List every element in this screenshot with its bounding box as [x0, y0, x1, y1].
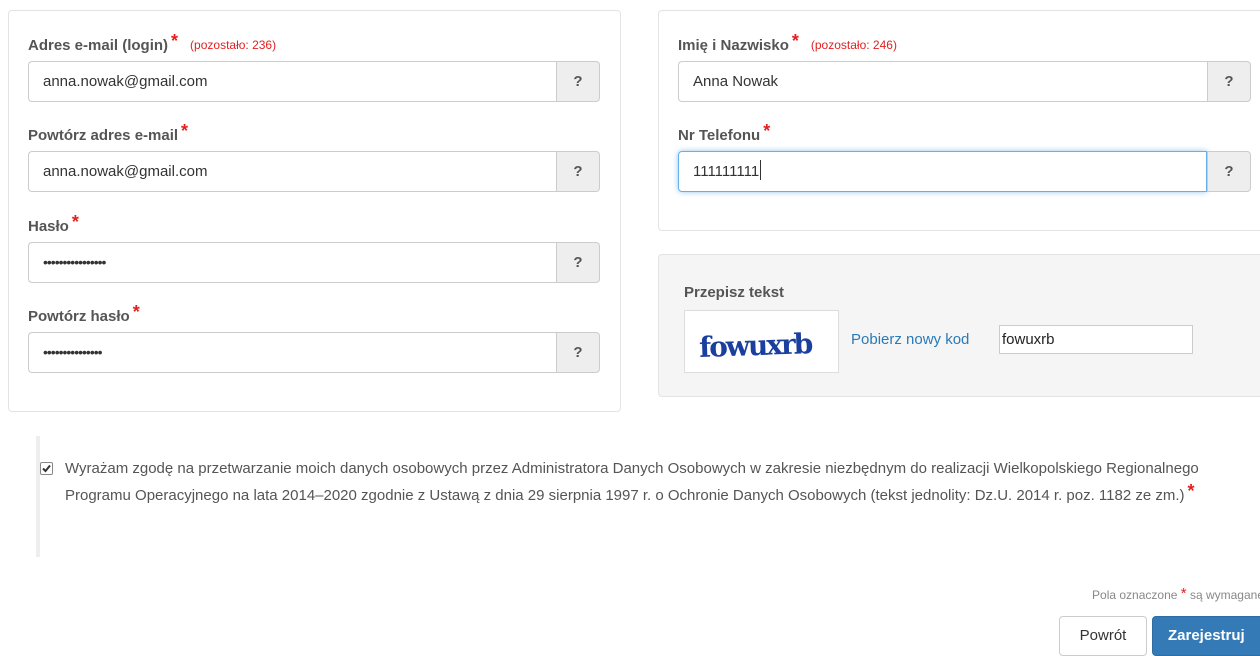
- checkmark-icon: [42, 464, 51, 473]
- email-repeat-help-button[interactable]: ?: [556, 151, 600, 192]
- new-code-link[interactable]: Pobierz nowy kod: [851, 331, 969, 348]
- captcha-graphic: fowuxrb: [699, 327, 814, 363]
- email-label: Adres e-mail (login) * (pozostało: 236): [28, 31, 277, 54]
- password-repeat-help-button[interactable]: ?: [556, 332, 600, 373]
- email-group: anna.nowak@gmail.com ?: [28, 61, 600, 102]
- back-button[interactable]: Powrót: [1059, 616, 1147, 656]
- password-repeat-group: ••••••••••••••• ?: [28, 332, 600, 373]
- password-repeat-field[interactable]: •••••••••••••••: [28, 332, 556, 373]
- captcha-image: fowuxrb: [684, 310, 839, 373]
- email-help-button[interactable]: ?: [556, 61, 600, 102]
- password-help-button[interactable]: ?: [556, 242, 600, 283]
- name-field[interactable]: Anna Nowak: [678, 61, 1207, 102]
- consent-bar: [36, 436, 40, 557]
- required-note: Pola oznaczone * są wymagane: [1092, 585, 1260, 602]
- consent-text: Wyrażam zgodę na przetwarzanie moich dan…: [65, 460, 1199, 504]
- name-remaining: (pozostało: 246): [810, 38, 897, 52]
- email-repeat-group: anna.nowak@gmail.com ?: [28, 151, 600, 192]
- password-repeat-label: Powtórz hasło *: [28, 302, 140, 325]
- email-repeat-field[interactable]: anna.nowak@gmail.com: [28, 151, 556, 192]
- email-repeat-label: Powtórz adres e-mail *: [28, 121, 189, 144]
- phone-help-button[interactable]: ?: [1207, 151, 1251, 192]
- email-remaining: (pozostało: 236): [190, 38, 277, 52]
- captcha-title: Przepisz tekst: [684, 284, 785, 301]
- name-help-button[interactable]: ?: [1207, 61, 1251, 102]
- text-caret: [760, 160, 762, 180]
- phone-label: Nr Telefonu *: [678, 121, 771, 144]
- name-group: Anna Nowak ?: [678, 61, 1251, 102]
- phone-group: 111111111 ?: [678, 151, 1251, 192]
- captcha-image-text: fowuxrb: [699, 327, 814, 363]
- register-button[interactable]: Zarejestruj: [1152, 616, 1260, 656]
- phone-field[interactable]: 111111111: [678, 151, 1207, 192]
- email-field[interactable]: anna.nowak@gmail.com: [28, 61, 556, 102]
- password-group: •••••••••••••••• ?: [28, 242, 600, 283]
- password-field[interactable]: ••••••••••••••••: [28, 242, 556, 283]
- password-label: Hasło *: [28, 212, 79, 235]
- consent-checkbox[interactable]: [40, 462, 53, 475]
- captcha-input[interactable]: fowuxrb: [999, 325, 1193, 354]
- name-label: Imię i Nazwisko * (pozostało: 246): [678, 31, 897, 54]
